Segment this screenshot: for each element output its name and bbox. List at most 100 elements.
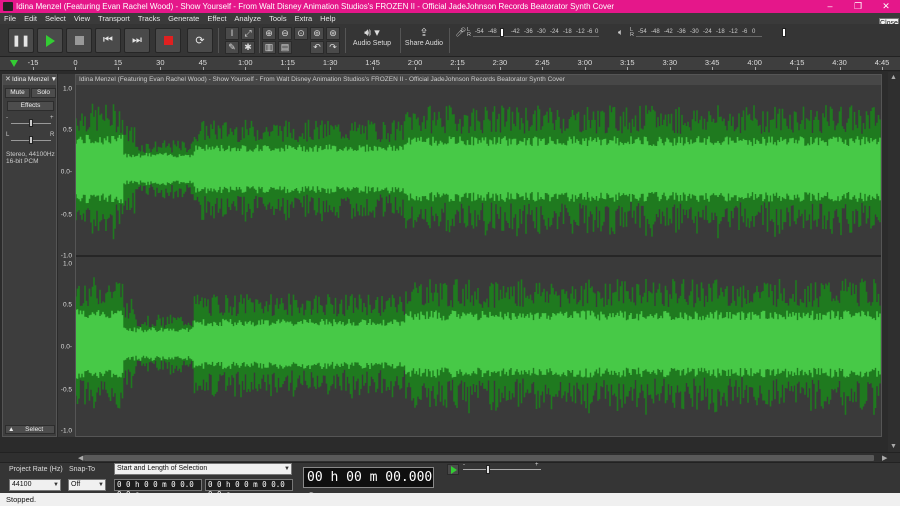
timeline-tick-mark [160, 67, 162, 70]
minimize-button[interactable]: – [816, 0, 844, 13]
timeline-tick-mark [754, 67, 756, 70]
solo-button[interactable]: Solo [31, 88, 56, 98]
play-at-speed-button[interactable] [447, 464, 459, 475]
timeline-tick-label: 1:15 [280, 58, 295, 67]
pan-slider-thumb[interactable] [29, 136, 33, 144]
track-close-icon[interactable]: ✕ [5, 75, 11, 85]
loop-button[interactable]: ⟳ [187, 28, 213, 53]
selection-tool-button[interactable]: I [225, 27, 239, 40]
zoom-in-button[interactable]: ⊕ [262, 27, 276, 40]
close-button[interactable]: ✕ [872, 0, 900, 13]
waveform [76, 103, 881, 415]
gain-slider-thumb[interactable] [29, 119, 33, 127]
scroll-right-icon[interactable]: ▶ [882, 454, 887, 462]
snap-to-select[interactable]: Off ▼ [68, 479, 106, 491]
redo-button[interactable]: ↷ [326, 41, 340, 54]
menu-file[interactable]: File [4, 14, 16, 23]
trim-button[interactable]: ▥ [262, 41, 276, 54]
effects-button[interactable]: Effects [7, 101, 54, 111]
timeline-tick-mark [627, 67, 629, 70]
record-button[interactable] [155, 28, 181, 53]
record-meter-tick: -12 [576, 28, 585, 35]
trim-icon: ▥ [264, 42, 274, 52]
vruler-label: -1.0 [60, 252, 72, 260]
silence-button[interactable]: ▤ [278, 41, 292, 54]
scroll-left-icon[interactable]: ◀ [78, 454, 83, 462]
playback-meter-knob[interactable] [782, 27, 786, 37]
waveform-clip[interactable]: Idina Menzel (Featuring Evan Rachel Wood… [75, 74, 882, 437]
selection-mode-select[interactable]: Start and Length of Selection ▼ [114, 463, 292, 475]
selection-start-time[interactable]: 0 0 h 0 0 m 0 0.0 0 0 s [114, 479, 202, 499]
timeline-tick-mark [415, 67, 417, 70]
draw-tool-button[interactable]: ✎ [225, 41, 239, 54]
menu-view[interactable]: View [74, 14, 90, 23]
audio-setup-button[interactable]: 🔊︎ ▾ Audio Setup [350, 27, 394, 54]
track-name-button[interactable]: Idina Menzel ▼ [3, 75, 56, 85]
audio-setup-label: Audio Setup [352, 40, 392, 47]
zoom-in-icon: ⊕ [265, 28, 273, 38]
fit-selection-button[interactable]: ⊙ [294, 27, 308, 40]
toolbar-separator [449, 28, 450, 53]
project-rate-select[interactable]: 44100 ▼ [9, 479, 61, 491]
share-audio-button[interactable]: ⇪ Share Audio [404, 27, 444, 54]
fit-project-button[interactable]: ⊚ [310, 27, 324, 40]
vertical-scrollbar[interactable]: ▲ ▼ [888, 72, 900, 452]
audio-position-time[interactable]: 00 h 00 m 00.000 s [303, 467, 434, 504]
skip-to-start-button[interactable]: ⏮ [95, 28, 121, 53]
record-meter[interactable]: 🎤︎ LR -54 -48 -42 -36 -30 -24 -18 -12 -6… [455, 27, 599, 38]
menu-tools[interactable]: Tools [269, 14, 287, 23]
menu-extra[interactable]: Extra [295, 14, 313, 23]
track-menu-chevron-icon: ▼ [50, 76, 56, 83]
speed-slider-thumb[interactable] [486, 465, 490, 474]
timeline-tick-label: 1:45 [365, 58, 380, 67]
horizontal-scrollbar[interactable]: ◀ ▶ [0, 452, 900, 462]
playback-meter[interactable]: 🔈︎ LR -54 -48 -42 -36 -30 -24 -18 -12 -6… [618, 27, 786, 38]
timeline-tick-label: 3:30 [662, 58, 678, 67]
window-title: Idina Menzel (Featuring Evan Rachel Wood… [16, 2, 615, 11]
chevron-down-icon: ▼ [53, 482, 59, 488]
clip-title[interactable]: Idina Menzel (Featuring Evan Rachel Wood… [76, 75, 881, 85]
maximize-button[interactable]: ❐ [844, 0, 872, 13]
menu-effect[interactable]: Effect [207, 14, 226, 23]
playback-meter-tick: 0 [752, 28, 756, 35]
vruler-label: 0.5 [62, 126, 72, 134]
zoom-out-button[interactable]: ⊖ [278, 27, 292, 40]
record-meter-tick: 0 [595, 28, 599, 35]
scroll-down-icon[interactable]: ▼ [890, 443, 897, 450]
horizontal-scroll-thumb[interactable] [84, 455, 874, 461]
pause-button[interactable]: ❚❚ [8, 28, 34, 53]
menu-select[interactable]: Select [45, 14, 66, 23]
timeline-tick-mark [882, 67, 883, 70]
multi-tool-button[interactable]: ✱ [241, 41, 255, 54]
playhead-pin-icon[interactable] [10, 60, 18, 67]
menu-help[interactable]: Help [320, 14, 335, 23]
title-bar: Idina Menzel (Featuring Evan Rachel Wood… [0, 0, 900, 13]
vruler-label: 1.0 [62, 85, 72, 93]
toolbar-separator [345, 28, 346, 53]
menu-tracks[interactable]: Tracks [138, 14, 160, 23]
play-button[interactable] [37, 28, 63, 53]
track-panel: Idina Menzel ▼ ✕ Mute Solo Effects - + L… [0, 72, 888, 452]
scroll-up-icon[interactable]: ▲ [890, 74, 897, 81]
playback-speed-slider[interactable] [463, 465, 541, 474]
track-bit-depth: 16-bit PCM [6, 158, 39, 165]
menu-analyze[interactable]: Analyze [234, 14, 261, 23]
track-format: Stereo, 44100Hz [6, 151, 55, 158]
gain-slider[interactable] [11, 119, 51, 127]
record-meter-knob[interactable] [500, 27, 504, 37]
selection-length-time[interactable]: 0 0 h 0 0 m 0 0.0 0 0 s [205, 479, 293, 499]
menu-transport[interactable]: Transport [98, 14, 130, 23]
menu-generate[interactable]: Generate [168, 14, 199, 23]
track-select-button[interactable]: ▲ Select [5, 425, 55, 434]
zoom-fit-icon: ⊚ [313, 28, 321, 38]
menu-edit[interactable]: Edit [24, 14, 37, 23]
undo-button[interactable]: ↶ [310, 41, 324, 54]
zoom-toggle-button[interactable]: ⊛ [326, 27, 340, 40]
vruler-label: -0.5 [60, 386, 72, 394]
mute-button[interactable]: Mute [5, 88, 30, 98]
pan-slider[interactable] [11, 136, 51, 144]
skip-to-end-button[interactable]: ⏭ [124, 28, 150, 53]
timeline-ruler[interactable]: -15 0 15 30 45 1:00 1:15 1:30 1:45 2:00 2:15 2:30 2:… [0, 57, 900, 71]
envelope-tool-button[interactable]: ⤢ [241, 27, 255, 40]
stop-button[interactable] [66, 28, 92, 53]
